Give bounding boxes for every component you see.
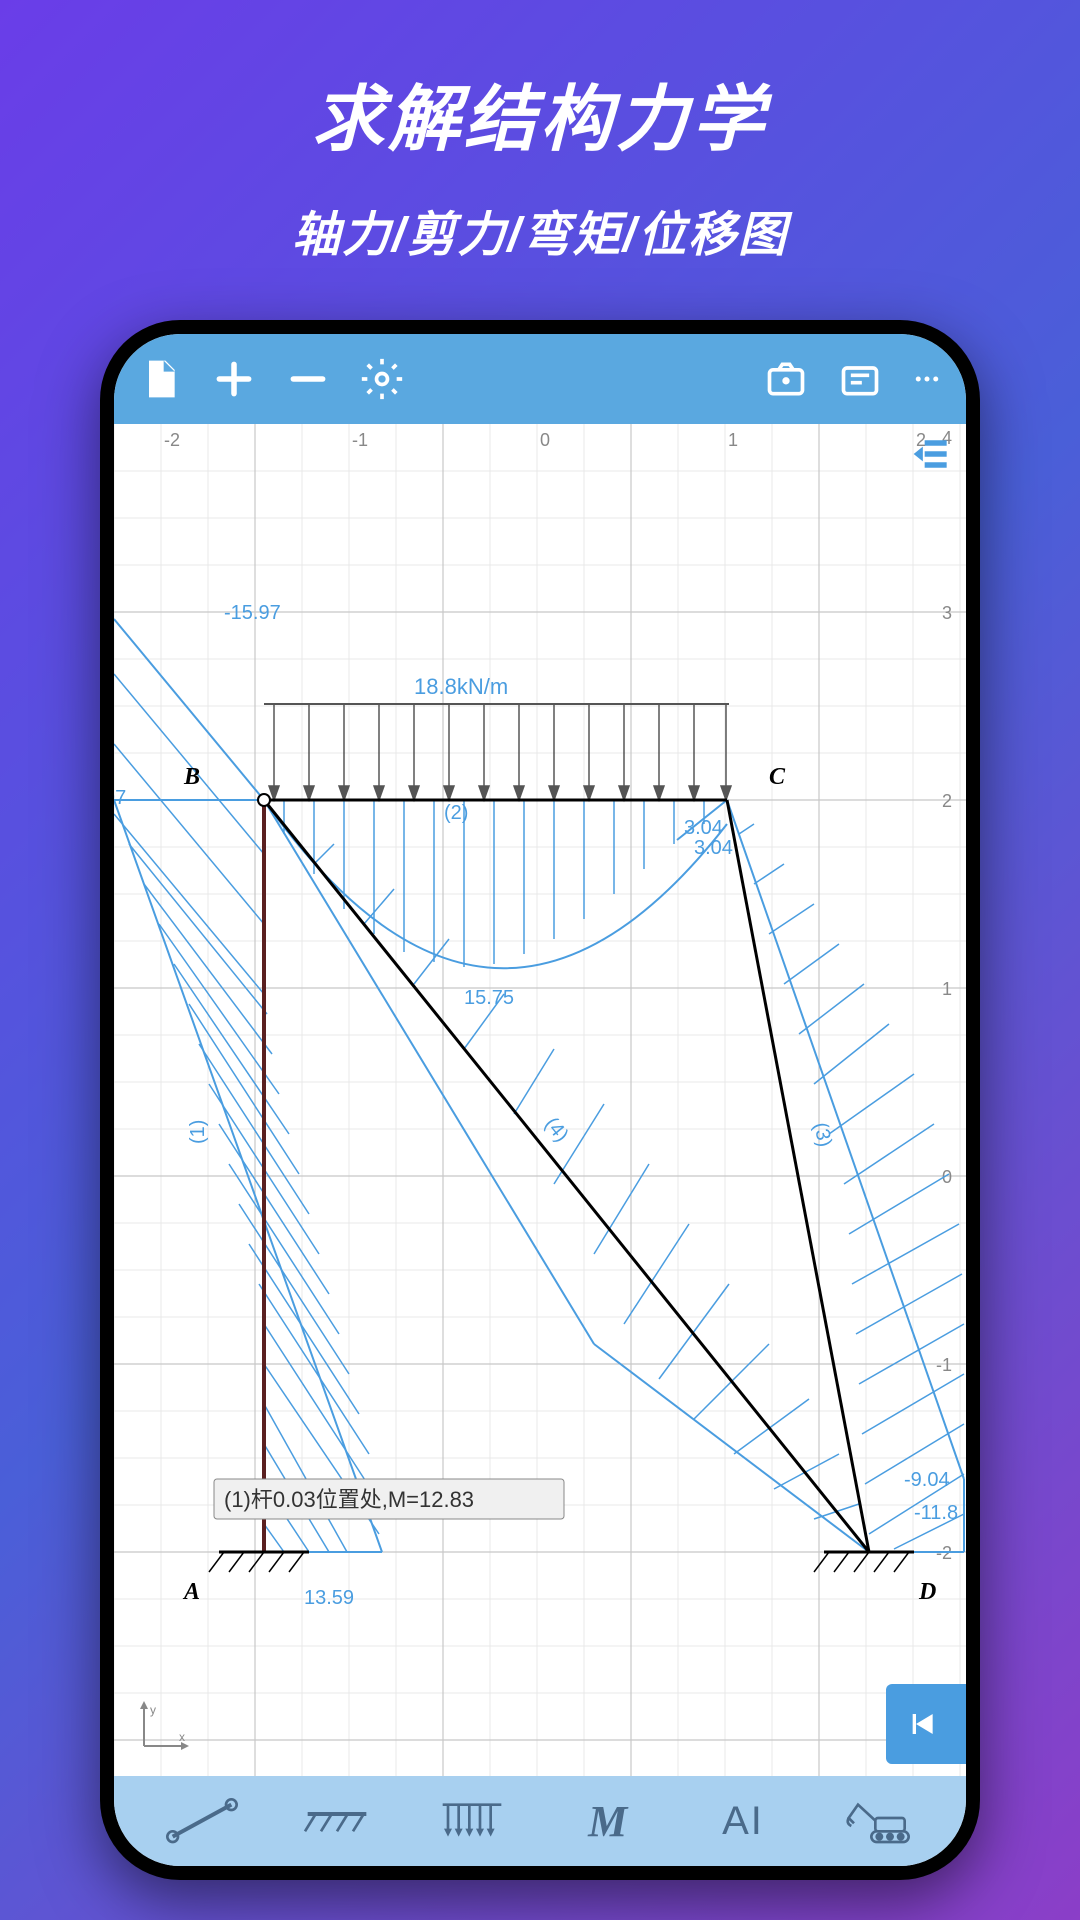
svg-text:3: 3 — [942, 603, 952, 623]
svg-text:1: 1 — [728, 430, 738, 450]
svg-text:x: x — [179, 1730, 185, 1744]
svg-text:-1: -1 — [352, 430, 368, 450]
promo-title: 求解结构力学 — [0, 0, 1080, 165]
svg-text:A: A — [182, 1579, 200, 1605]
new-file-icon[interactable] — [138, 357, 182, 401]
support-a-icon — [209, 1552, 309, 1572]
svg-text:(1): (1) — [187, 1120, 209, 1144]
svg-text:-11.8: -11.8 — [914, 1502, 958, 1524]
svg-text:1: 1 — [942, 979, 952, 999]
line-tool-icon[interactable] — [162, 1791, 242, 1851]
phone-frame: -2 -1 0 1 2 4 3 2 1 0 -1 -2 -3 — [100, 320, 980, 1880]
plus-icon[interactable] — [212, 357, 256, 401]
canvas-area[interactable]: -2 -1 0 1 2 4 3 2 1 0 -1 -2 -3 — [114, 424, 966, 1776]
more-icon[interactable] — [912, 357, 942, 401]
phone-screen: -2 -1 0 1 2 4 3 2 1 0 -1 -2 -3 — [114, 334, 966, 1866]
promo-subtitle: 轴力/剪力/弯矩/位移图 — [0, 195, 1080, 265]
moment-tool-button[interactable]: M — [568, 1791, 648, 1851]
svg-text:-15.97: -15.97 — [224, 602, 281, 624]
excavator-tool-icon[interactable] — [838, 1791, 918, 1851]
camera-icon[interactable] — [764, 357, 808, 401]
svg-text:-2: -2 — [164, 430, 180, 450]
xy-axis-icon: yx — [134, 1696, 194, 1756]
svg-text:y: y — [150, 1703, 156, 1717]
svg-text:15.75: 15.75 — [464, 987, 514, 1009]
load-tool-icon[interactable] — [432, 1791, 512, 1851]
play-back-button[interactable] — [886, 1684, 966, 1764]
svg-text:D: D — [918, 1579, 936, 1605]
svg-text:2: 2 — [942, 791, 952, 811]
svg-text:3.04: 3.04 — [694, 837, 733, 859]
folder-icon[interactable] — [838, 357, 882, 401]
svg-text:C: C — [769, 764, 786, 790]
svg-text:(1)杆0.03位置处,M=12.83: (1)杆0.03位置处,M=12.83 — [224, 1487, 474, 1512]
distributed-load-icon — [264, 704, 731, 800]
svg-text:-1: -1 — [936, 1355, 952, 1375]
svg-text:13.59: 13.59 — [304, 1587, 354, 1609]
top-toolbar — [114, 334, 966, 424]
svg-text:3.04: 3.04 — [684, 817, 723, 839]
gear-icon[interactable] — [360, 357, 404, 401]
svg-text:B: B — [183, 764, 200, 790]
support-tool-icon[interactable] — [297, 1791, 377, 1851]
member-1-diagram — [114, 619, 382, 1552]
value-tooltip: (1)杆0.03位置处,M=12.83 — [214, 1479, 564, 1519]
svg-text:18.8kN/m: 18.8kN/m — [414, 674, 508, 699]
hinge-b — [258, 794, 270, 806]
svg-text:-9.04: -9.04 — [904, 1469, 950, 1491]
ai-tool-button[interactable]: AI — [703, 1791, 783, 1851]
svg-text:97: 97 — [114, 787, 126, 809]
svg-text:(2): (2) — [444, 802, 468, 824]
svg-text:0: 0 — [540, 430, 550, 450]
svg-text:(3): (3) — [809, 1120, 836, 1148]
svg-text:(4): (4) — [540, 1113, 572, 1146]
bottom-toolbar: M AI — [114, 1776, 966, 1866]
panel-toggle-icon[interactable] — [910, 432, 954, 476]
structure-diagram: -2 -1 0 1 2 4 3 2 1 0 -1 -2 -3 — [114, 424, 966, 1776]
support-d-icon — [814, 1552, 914, 1572]
minus-icon[interactable] — [286, 357, 330, 401]
